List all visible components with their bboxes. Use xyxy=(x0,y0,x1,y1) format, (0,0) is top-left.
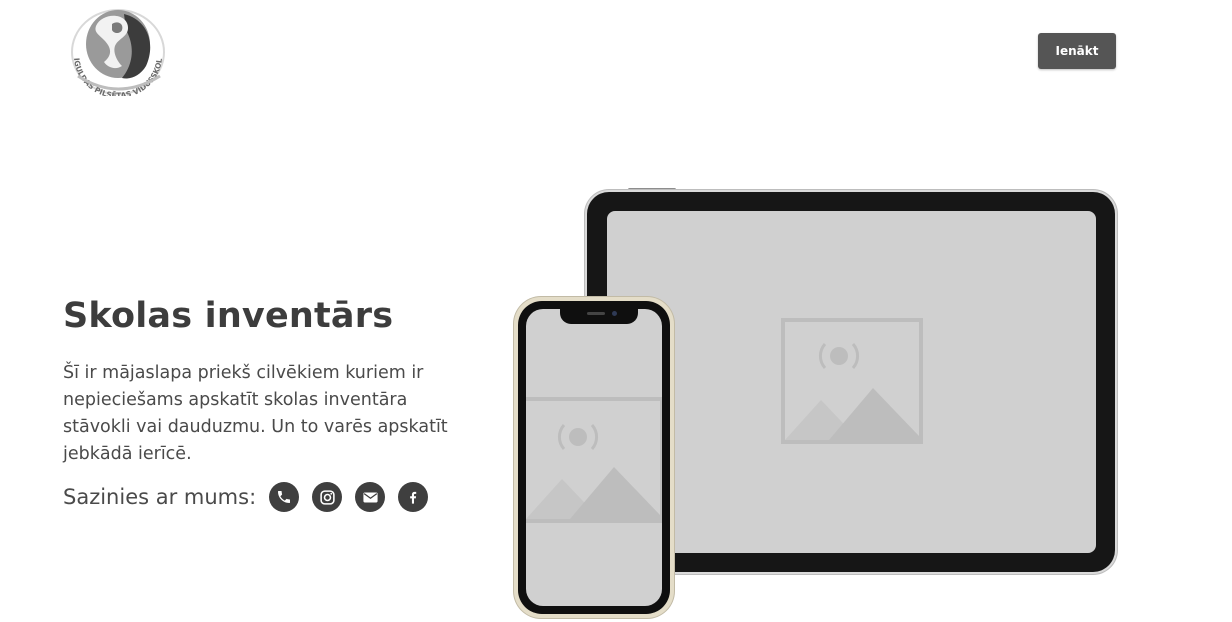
hero-description: Šī ir mājaslapa priekš cilvēkiem kuriem … xyxy=(63,363,448,464)
facebook-icon xyxy=(410,491,417,504)
image-placeholder-icon xyxy=(526,397,662,523)
phone-icon xyxy=(278,491,291,503)
school-logo-icon: SIGULDAS PILSĒTAS VIDUSSKOLA xyxy=(63,0,165,100)
tablet-screen xyxy=(607,211,1096,553)
mail-icon xyxy=(363,492,378,502)
instagram-link[interactable] xyxy=(312,482,343,512)
contact-row: Sazinies ar mums: xyxy=(63,481,441,513)
phone-link[interactable] xyxy=(269,482,300,512)
tablet-top-button xyxy=(628,188,676,191)
page-title: Skolas inventārs xyxy=(63,296,394,336)
phone-notch xyxy=(560,308,638,324)
phone-camera xyxy=(612,311,617,316)
school-logo[interactable]: SIGULDAS PILSĒTAS VIDUSSKOLA xyxy=(63,0,170,100)
image-placeholder-icon xyxy=(781,318,923,444)
contact-label: Sazinies ar mums: xyxy=(63,485,257,509)
phone-speaker xyxy=(587,312,605,315)
login-button[interactable]: Ienākt xyxy=(1038,33,1116,69)
instagram-icon xyxy=(320,489,335,505)
phone-body xyxy=(518,301,670,614)
phone-screen xyxy=(526,309,662,606)
mail-link[interactable] xyxy=(355,482,386,512)
facebook-link[interactable] xyxy=(398,482,429,512)
phone-mockup xyxy=(514,297,674,618)
